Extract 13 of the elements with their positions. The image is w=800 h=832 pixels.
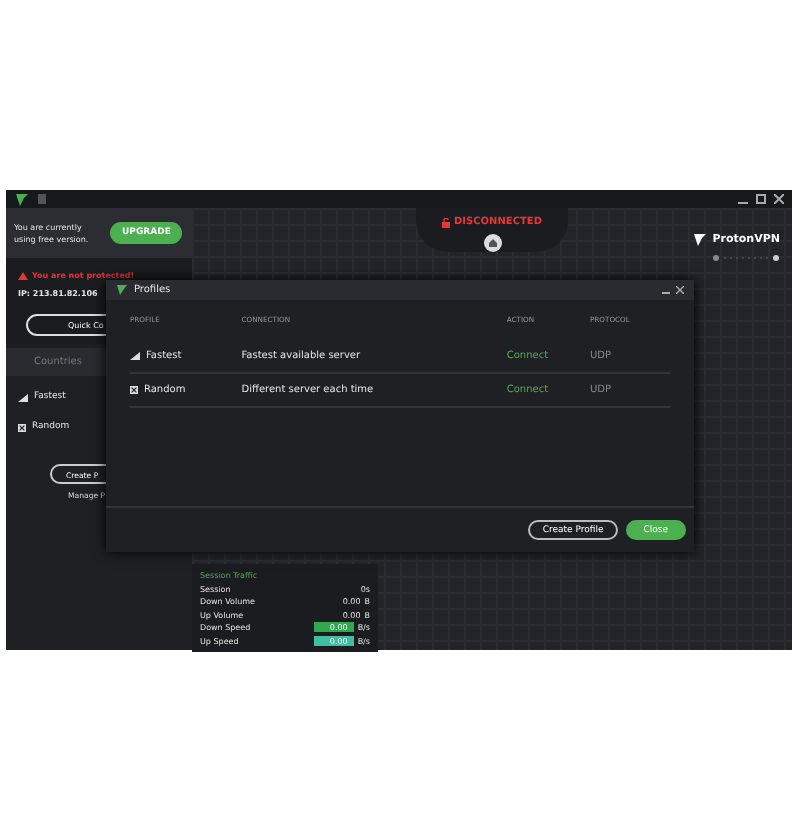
home-button[interactable]	[483, 234, 501, 252]
logo-icon	[116, 284, 128, 296]
close-icon[interactable]	[676, 286, 684, 294]
logo-icon	[692, 232, 709, 248]
minimize-icon[interactable]	[662, 286, 670, 294]
lock-icon	[442, 217, 451, 227]
warning-icon	[18, 271, 28, 279]
zoom-slider-drawing[interactable]	[712, 254, 780, 262]
signal-icon	[18, 393, 28, 401]
home-icon	[487, 238, 497, 248]
signal-icon	[130, 352, 140, 360]
maximize-icon[interactable]	[756, 194, 766, 204]
close-icon[interactable]	[774, 194, 784, 204]
